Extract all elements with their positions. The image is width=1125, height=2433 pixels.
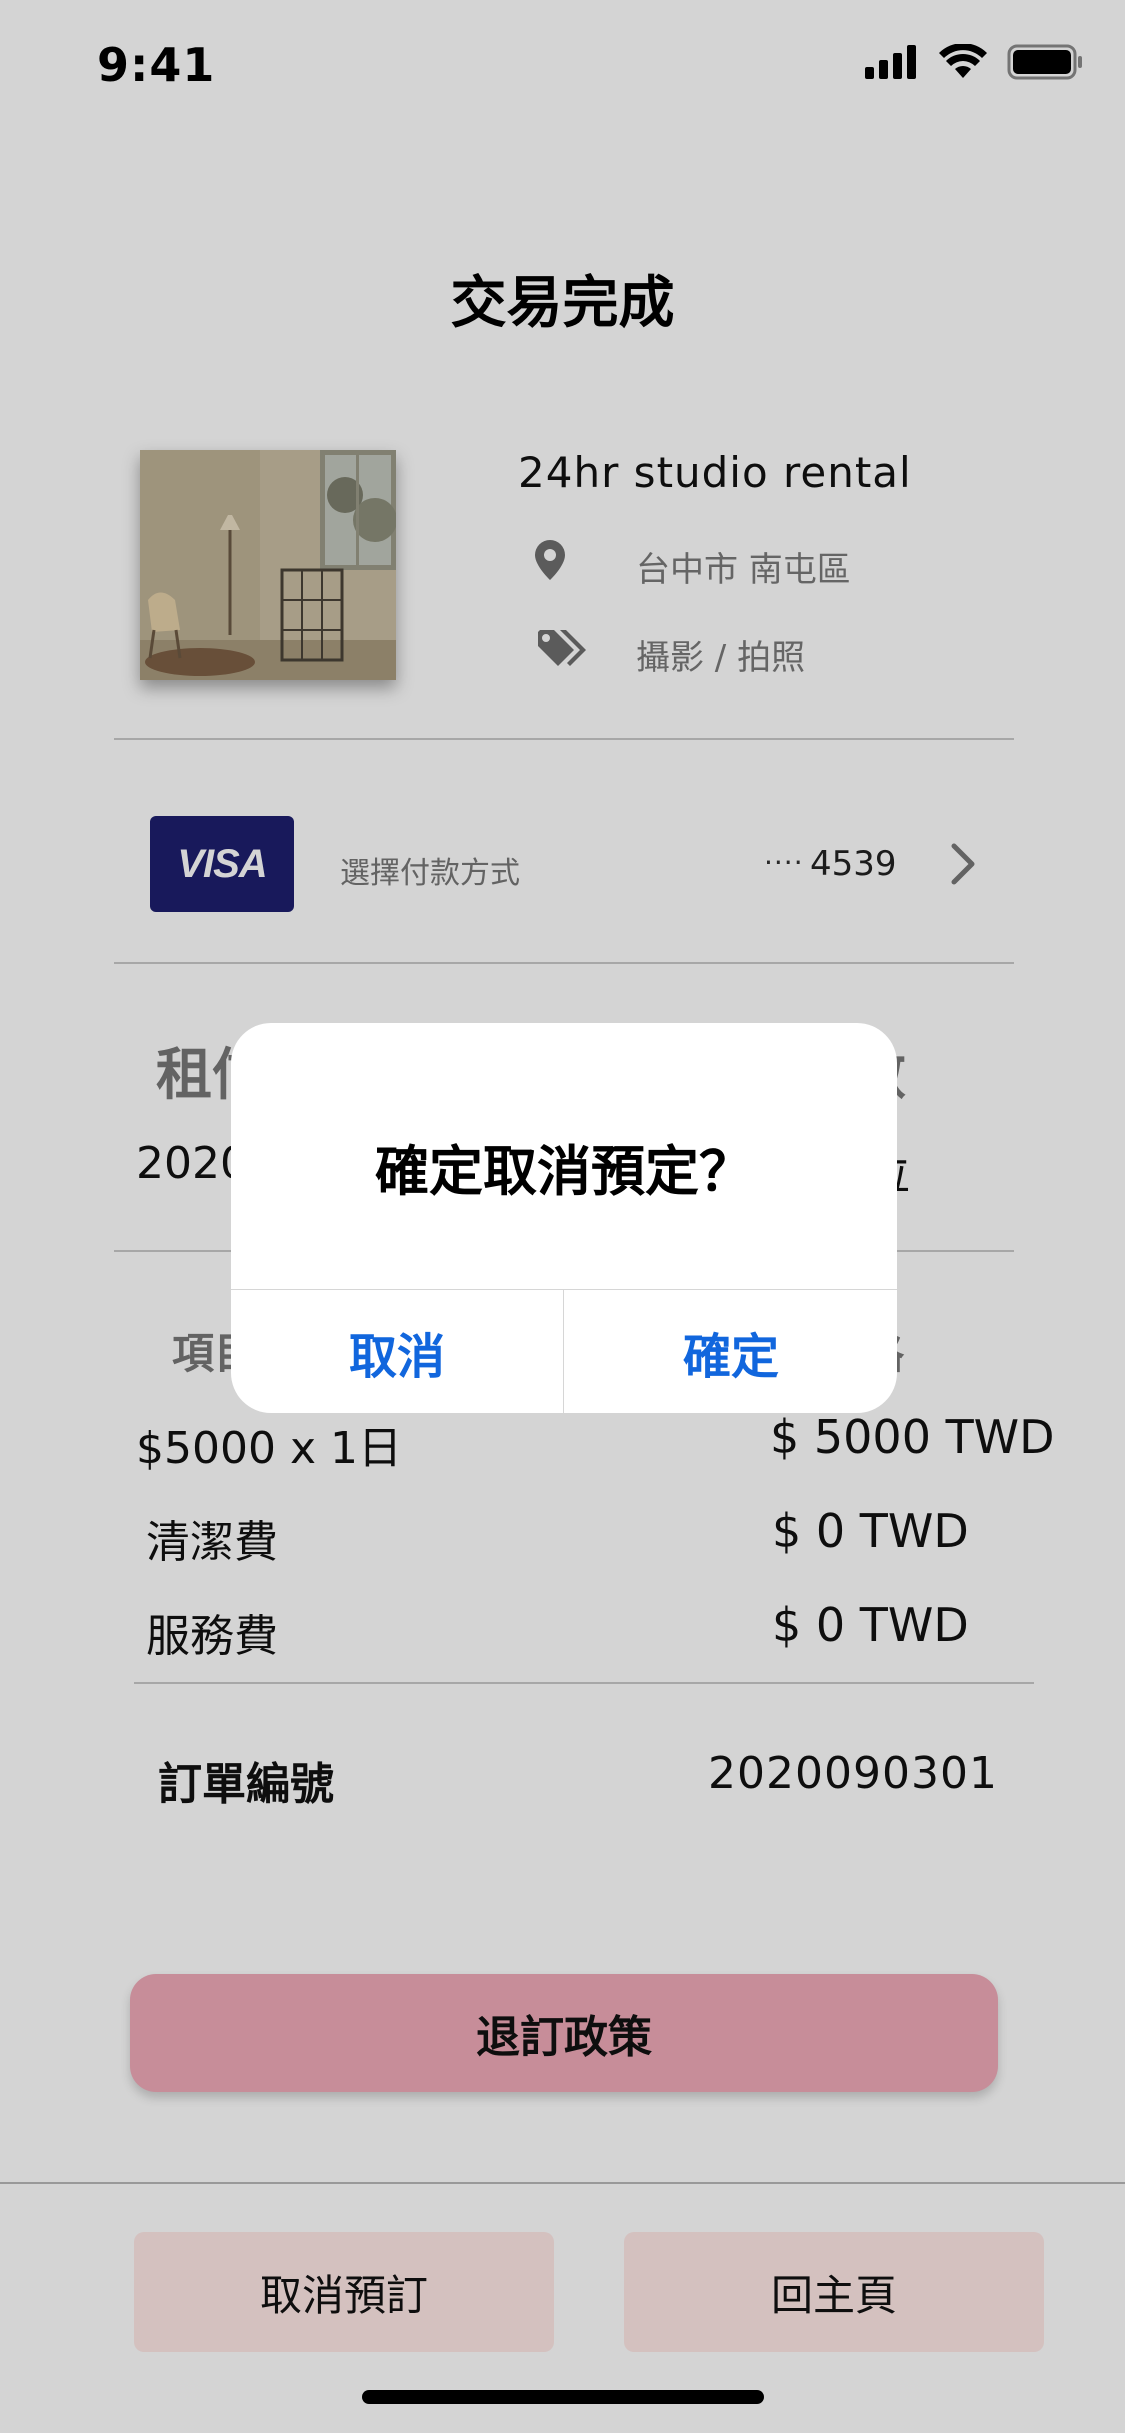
dialog-confirm-button[interactable]: 確定 [565,1290,897,1413]
dialog-button-divider [563,1289,564,1413]
dialog-cancel-button[interactable]: 取消 [231,1290,563,1413]
cancel-confirm-dialog: 確定取消預定？ 取消 確定 [231,1023,897,1413]
home-indicator[interactable] [362,2390,764,2404]
dialog-title: 確定取消預定？ [375,1140,753,1203]
